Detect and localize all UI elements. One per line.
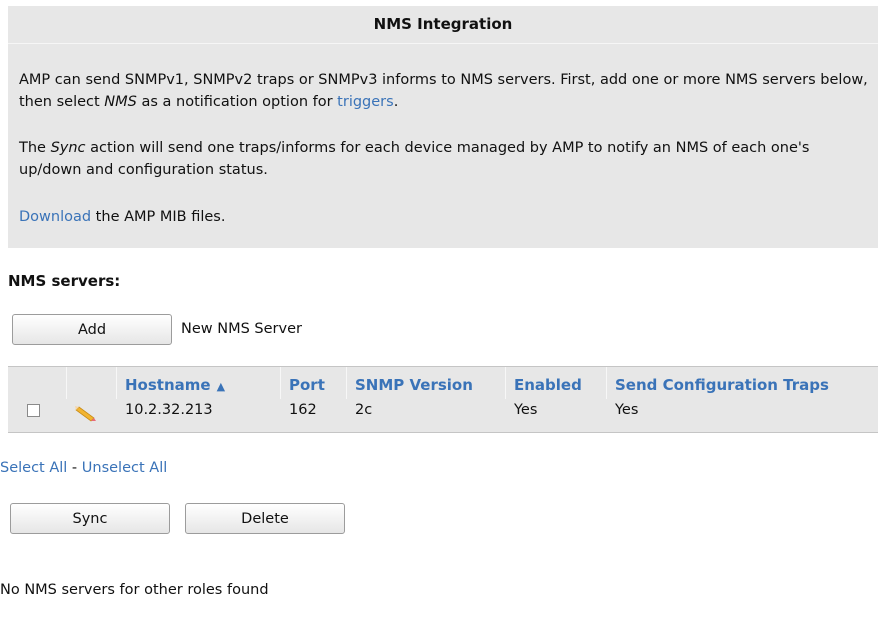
column-divider (66, 367, 67, 399)
cell-snmp-version: 2c (355, 402, 373, 418)
download-text: the AMP MIB files. (91, 209, 226, 225)
column-header-hostname[interactable]: Hostname ▲ (125, 376, 225, 394)
cell-enabled: Yes (514, 402, 538, 418)
triggers-link[interactable]: triggers (337, 94, 394, 110)
selection-links: Select All - Unselect All (0, 460, 167, 476)
edit-pencil-icon[interactable] (72, 402, 98, 422)
column-divider (505, 367, 506, 399)
sync-paragraph: The Sync action will send one traps/info… (19, 137, 874, 181)
intro-nms-emphasis: NMS (104, 94, 137, 110)
column-divider (346, 367, 347, 399)
hostname-header-label: Hostname (125, 376, 211, 394)
column-divider (606, 367, 607, 399)
download-link[interactable]: Download (19, 209, 91, 225)
intro-paragraph: AMP can send SNMPv1, SNMPv2 traps or SNM… (19, 69, 874, 113)
panel-title: NMS Integration (373, 15, 513, 33)
sync-button[interactable]: Sync (10, 503, 170, 534)
download-paragraph: Download the AMP MIB files. (19, 206, 874, 228)
column-divider (116, 367, 117, 399)
nms-servers-table: Hostname ▲ Port SNMP Version Enabled Send… (8, 366, 878, 433)
add-button[interactable]: Add (12, 314, 172, 345)
sync-text-1: The (19, 140, 51, 156)
intro-text-3: . (393, 94, 399, 110)
cell-hostname: 10.2.32.213 (125, 402, 213, 418)
column-header-send-configuration-traps[interactable]: Send Configuration Traps (615, 376, 829, 394)
select-all-link[interactable]: Select All (0, 460, 67, 476)
sync-emphasis: Sync (50, 140, 86, 156)
column-header-snmp-version[interactable]: SNMP Version (355, 376, 473, 394)
title-divider (8, 43, 878, 44)
unselect-all-link[interactable]: Unselect All (82, 460, 167, 476)
add-button-caption: New NMS Server (181, 321, 302, 337)
column-header-port[interactable]: Port (289, 376, 325, 394)
nms-servers-heading: NMS servers: (8, 272, 121, 290)
cell-send-configuration-traps: Yes (615, 402, 639, 418)
column-header-enabled[interactable]: Enabled (514, 376, 582, 394)
intro-text-2: as a notification option for (136, 94, 338, 110)
sort-ascending-icon: ▲ (216, 380, 226, 393)
selection-separator: - (67, 460, 82, 476)
cell-port: 162 (289, 402, 317, 418)
nms-integration-panel: NMS Integration AMP can send SNMPv1, SNM… (8, 6, 878, 248)
column-divider (280, 367, 281, 399)
delete-button[interactable]: Delete (185, 503, 345, 534)
sync-text-2: action will send one traps/informs for e… (19, 140, 810, 178)
row-select-checkbox[interactable] (27, 404, 40, 417)
other-roles-message: No NMS servers for other roles found (0, 582, 269, 598)
